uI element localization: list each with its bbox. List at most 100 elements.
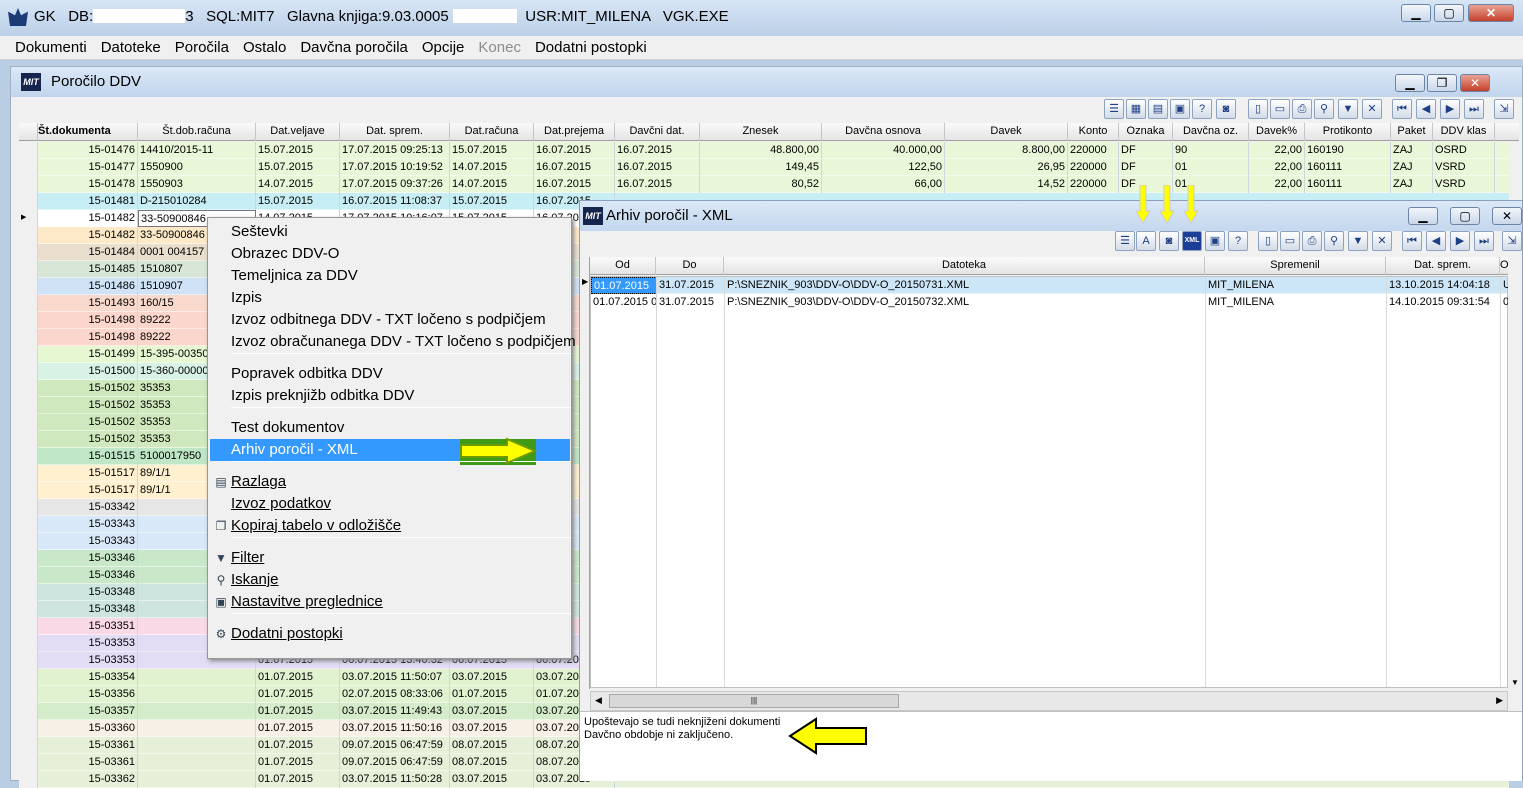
last-record-icon[interactable]: ⏭ — [1474, 231, 1494, 251]
context-menu-item-11[interactable]: Izvoz podatkov — [210, 493, 570, 515]
table-cell[interactable]: 01.07.2015 — [256, 754, 340, 771]
print-icon[interactable]: ⎙ — [1292, 99, 1312, 119]
table-cell[interactable]: DF — [1119, 159, 1173, 176]
archive-maximize-button[interactable]: ▢ — [1450, 207, 1480, 225]
table-cell[interactable]: 02.07.2015 08:33:06 — [340, 686, 450, 703]
table-cell[interactable]: 16.07.2015 — [615, 159, 700, 176]
exit-icon[interactable]: ⇲ — [1502, 231, 1522, 251]
table-cell[interactable]: 160190 — [1305, 142, 1391, 159]
menu-dodatni-postopki[interactable]: Dodatni postopki — [535, 39, 647, 56]
context-menu-item-7[interactable]: Izpis preknjižb odbitka DDV — [210, 385, 570, 407]
next-record-icon[interactable]: ▶ — [1450, 231, 1470, 251]
archive-table-cell[interactable]: 13.10.2015 14:04:18 — [1387, 277, 1501, 294]
table-cell[interactable]: 16.07.2015 11:08:37 — [340, 193, 450, 210]
archive-col-header-0[interactable]: Od — [590, 257, 656, 275]
print-icon[interactable]: ⎙ — [1302, 231, 1322, 251]
first-record-icon[interactable]: ⏮ — [1402, 231, 1422, 251]
main-col-header-3[interactable]: Dat. sprem. — [340, 123, 450, 141]
table-cell[interactable]: 15.07.2015 — [450, 142, 534, 159]
table-cell[interactable]: 15-01502 — [38, 380, 138, 397]
table-cell[interactable]: 8.800,00 — [945, 142, 1068, 159]
archive-vertical-scrollbar[interactable]: ▼ — [1508, 257, 1522, 689]
table-cell[interactable]: 01.07.2015 — [256, 703, 340, 720]
table-cell[interactable]: 15-01515 — [38, 448, 138, 465]
table-cell[interactable]: 15-03343 — [38, 533, 138, 550]
table-cell[interactable]: 15.07.2015 — [256, 142, 340, 159]
main-col-header-16[interactable]: DDV klas — [1433, 123, 1495, 141]
table-cell[interactable]: 17.07.2015 09:37:26 — [340, 176, 450, 193]
table-cell[interactable]: 17.07.2015 10:19:52 — [340, 159, 450, 176]
table-cell[interactable]: 15-01482 — [38, 210, 138, 227]
table-cell[interactable]: 15-01500 — [38, 363, 138, 380]
menu-datoteke[interactable]: Datoteke — [101, 39, 161, 56]
table-cell[interactable]: 01 — [1173, 159, 1249, 176]
table-cell[interactable]: 220000 — [1068, 159, 1119, 176]
main-col-header-0[interactable]: Št.dokumenta — [38, 123, 138, 141]
table-cell[interactable]: 15-03343 — [38, 516, 138, 533]
maximize-button[interactable]: ▢ — [1434, 4, 1464, 22]
table-cell[interactable]: 220000 — [1068, 176, 1119, 193]
archive-minimize-button[interactable]: ▁ — [1408, 207, 1438, 225]
search-icon[interactable]: ⚲ — [1324, 231, 1344, 251]
archive-table-cell[interactable]: P:\SNEZNIK_903\DDV-O\DDV-O_20150732.XML — [725, 294, 1206, 311]
archive-table-row[interactable]: 01.07.2015 0 31.07.2015 P:\SNEZNIK_903\DDV… — [591, 294, 1511, 311]
table-cell[interactable]: VSRD — [1433, 159, 1495, 176]
archive-table-cell[interactable]: MIT_MILENA — [1206, 277, 1387, 294]
archive-table-cell[interactable]: 01.07.2015 — [591, 277, 657, 294]
main-col-header-11[interactable]: Oznaka — [1119, 123, 1173, 141]
table-cell[interactable]: 22,00 — [1249, 176, 1305, 193]
table-cell[interactable]: 26,95 — [945, 159, 1068, 176]
cancel-icon[interactable]: ✕ — [1362, 99, 1382, 119]
table-cell[interactable]: 01.07.2015 — [450, 686, 534, 703]
archive-table-cell[interactable]: 31.07.2015 — [657, 277, 725, 294]
table-cell[interactable]: 220000 — [1068, 142, 1119, 159]
help-icon[interactable]: ? — [1192, 99, 1212, 119]
camera-icon[interactable]: ◙ — [1216, 99, 1236, 119]
new-icon[interactable]: ▯ — [1258, 231, 1278, 251]
archive-horizontal-scrollbar[interactable]: ◀ ||| ▶ — [590, 691, 1508, 711]
report-icon[interactable]: ☰ — [1115, 231, 1135, 251]
table-row[interactable]: 15-01478 1550903 14.07.2015 17.07.2015 09:3… — [19, 176, 1509, 193]
table-cell[interactable]: 14.07.2015 — [450, 176, 534, 193]
first-record-icon[interactable]: ⏮ — [1392, 99, 1412, 119]
table-cell[interactable] — [138, 686, 256, 703]
xml-export-icon[interactable]: XML — [1182, 231, 1202, 251]
search-icon[interactable]: ⚲ — [1314, 99, 1334, 119]
table-cell[interactable]: 15-03361 — [38, 737, 138, 754]
monitor-icon[interactable]: ▣ — [1170, 99, 1190, 119]
table-cell[interactable]: OSRD — [1433, 142, 1495, 159]
context-menu-item-10[interactable]: Razlaga ▤ — [210, 471, 570, 493]
archive-col-header-2[interactable]: Datoteka — [724, 257, 1205, 275]
table-cell[interactable]: 22,00 — [1249, 142, 1305, 159]
exit-icon[interactable]: ⇲ — [1494, 99, 1514, 119]
context-menu-item-6[interactable]: Popravek odbitka DDV — [210, 363, 570, 385]
filter-icon[interactable]: ▼ — [1348, 231, 1368, 251]
archive-col-header-4[interactable]: Dat. sprem. — [1386, 257, 1500, 275]
table-cell[interactable]: 16.07.2015 — [534, 176, 615, 193]
table-row[interactable]: 15-01477 1550900 15.07.2015 17.07.2015 10:1… — [19, 159, 1509, 176]
table-icon[interactable]: ▦ — [1126, 99, 1146, 119]
archive-table-cell[interactable]: 31.07.2015 — [657, 294, 725, 311]
main-col-header-13[interactable]: Davek% — [1249, 123, 1305, 141]
open-icon[interactable]: ▭ — [1280, 231, 1300, 251]
report-restore-button[interactable]: ❐ — [1427, 74, 1457, 92]
table-cell[interactable]: 160111 — [1305, 176, 1391, 193]
archive-col-header-3[interactable]: Spremenil — [1205, 257, 1386, 275]
table-cell[interactable]: 149,45 — [700, 159, 822, 176]
table-cell[interactable]: 15-01498 — [38, 329, 138, 346]
table-cell[interactable]: 01.07.2015 — [256, 737, 340, 754]
context-menu-item-15[interactable]: Nastavitve preglednice ▣ — [210, 591, 570, 613]
previous-record-icon[interactable]: ◀ — [1426, 231, 1446, 251]
table-cell[interactable]: 15-03342 — [38, 499, 138, 516]
next-record-icon[interactable]: ▶ — [1440, 99, 1460, 119]
help-icon[interactable]: ? — [1228, 231, 1248, 251]
table-cell[interactable]: 15-03353 — [38, 652, 138, 669]
table-cell[interactable]: 01.07.2015 — [256, 720, 340, 737]
table-cell[interactable]: 15-03354 — [38, 669, 138, 686]
table-cell[interactable]: 15-03357 — [38, 703, 138, 720]
report-close-button[interactable]: ✕ — [1460, 74, 1490, 92]
table-cell[interactable]: D-215010284 — [138, 193, 256, 210]
table-cell[interactable]: 15-01478 — [38, 176, 138, 193]
table-cell[interactable]: 15-01481 — [38, 193, 138, 210]
archive-table-cell[interactable]: P:\SNEZNIK_903\DDV-O\DDV-O_20150731.XML — [725, 277, 1206, 294]
